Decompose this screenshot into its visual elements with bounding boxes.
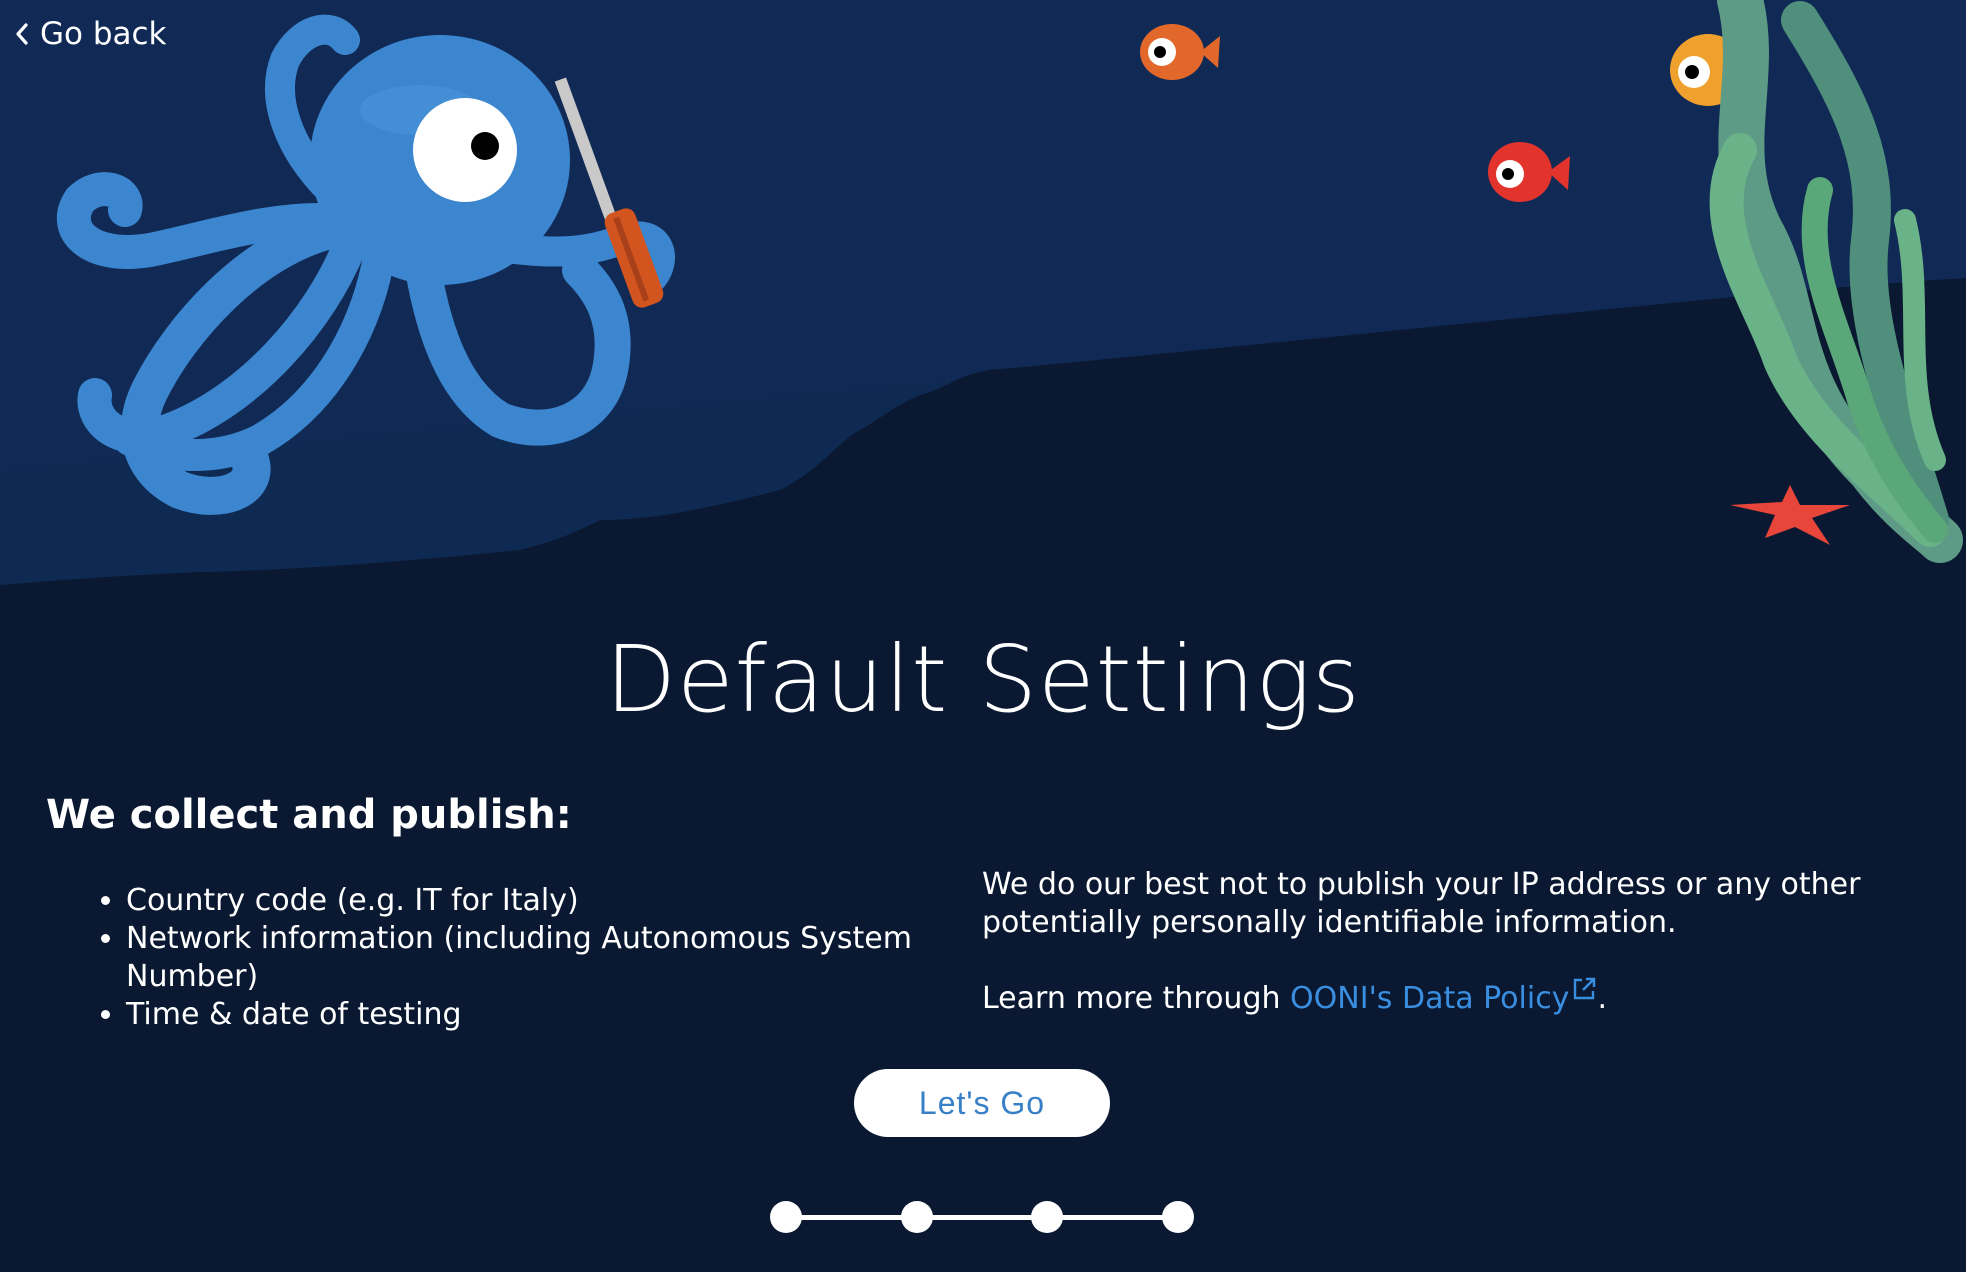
learn-more-prefix: Learn more through	[982, 981, 1291, 1016]
chevron-left-icon	[16, 23, 28, 45]
learn-more-line: Learn more through OONI's Data Policy.	[982, 976, 1882, 1018]
onboarding-progress-stepper	[770, 1199, 1194, 1235]
external-link-icon	[1574, 977, 1596, 1000]
list-item: Country code (e.g. IT for Italy)	[126, 882, 966, 920]
go-back-label: Go back	[40, 16, 167, 52]
step-dot-1	[770, 1201, 802, 1233]
step-dot-4	[1162, 1201, 1194, 1233]
collect-heading: We collect and publish:	[46, 792, 572, 838]
ocean-scene-illustration	[0, 0, 1966, 600]
privacy-statement: We do our best not to publish your IP ad…	[982, 867, 1861, 940]
privacy-info: We do our best not to publish your IP ad…	[982, 866, 1882, 1018]
collected-data-list: Country code (e.g. IT for Italy) Network…	[82, 882, 966, 1034]
go-back-button[interactable]: Go back	[14, 16, 167, 52]
page-title: Default Settings	[605, 626, 1361, 733]
lets-go-button[interactable]: Let's Go	[854, 1069, 1110, 1137]
learn-more-suffix: .	[1597, 981, 1607, 1016]
list-item: Time & date of testing	[126, 996, 966, 1034]
list-item: Network information (including Autonomou…	[126, 920, 966, 996]
step-dot-2	[900, 1201, 933, 1233]
stepper-track	[786, 1215, 1178, 1220]
data-policy-link-label: OONI's Data Policy	[1290, 981, 1570, 1016]
onboarding-screen: Go back Default Settings We collect and …	[0, 0, 1966, 1272]
data-policy-link[interactable]: OONI's Data Policy	[1290, 977, 1597, 1016]
step-dot-3	[1031, 1201, 1064, 1233]
